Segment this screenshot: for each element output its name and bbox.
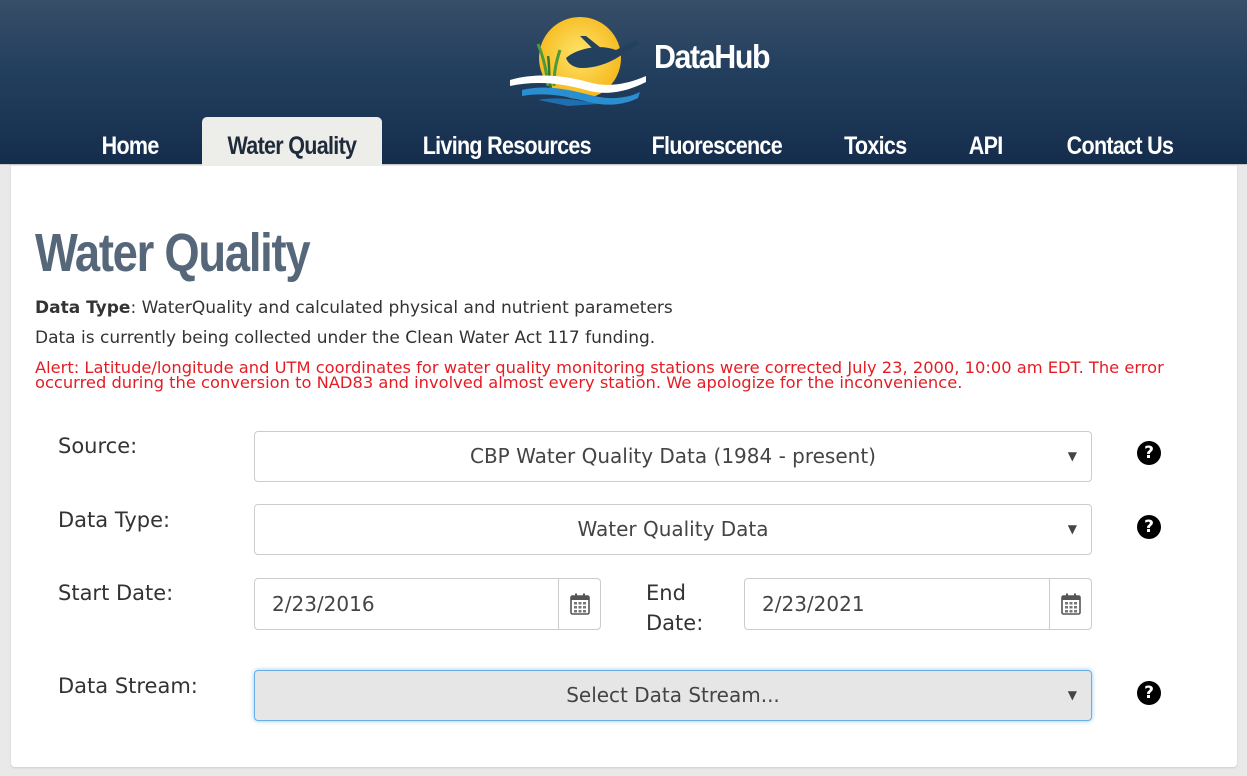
nav-tab-water-quality[interactable]: Water Quality [202,117,382,166]
page-title: Water Quality [35,223,311,283]
data-type-description: Data Type: WaterQuality and calculated p… [35,298,673,318]
nav-tab-api[interactable]: API [958,117,1014,166]
calendar-icon[interactable] [1049,579,1091,629]
data-type-heading: Data Type [35,298,131,318]
nav-tab-living-resources[interactable]: Living Resources [408,117,606,166]
end-date-label: End Date: [646,578,703,638]
calendar-icon[interactable] [558,579,600,629]
data-type-help-icon[interactable]: ? [1137,515,1161,539]
chevron-down-icon: ▼ [1067,449,1077,463]
chevron-down-icon: ▼ [1067,688,1077,702]
data-stream-select-value: Select Data Stream... [566,683,780,707]
end-date-label-line1: End [646,581,686,605]
nav-tab-toxics[interactable]: Toxics [830,117,920,166]
datahub-logo-icon[interactable] [508,14,648,106]
nav-tab-fluorescence[interactable]: Fluorescence [636,117,798,166]
chevron-down-icon: ▼ [1067,522,1077,536]
brand-name[interactable]: DataHub [654,38,771,76]
source-label: Source: [58,434,138,458]
data-stream-label: Data Stream: [58,674,198,698]
end-date-field[interactable]: 2/23/2021 [744,578,1092,630]
funding-note: Data is currently being collected under … [35,328,656,348]
end-date-input[interactable]: 2/23/2021 [745,579,1049,629]
data-type-label: Data Type: [58,508,171,532]
data-type-select[interactable]: Water Quality Data ▼ [254,504,1092,555]
site-header: DataHub Home Water Quality Living Resour… [0,0,1247,166]
nav-tab-contact-us[interactable]: Contact Us [1050,117,1190,166]
source-select-value: CBP Water Quality Data (1984 - present) [470,444,876,468]
main-panel: Water Quality Data Type: WaterQuality an… [11,166,1237,767]
end-date-label-line2: Date: [646,611,704,635]
start-date-input[interactable]: 2/23/2016 [255,579,558,629]
data-type-text: : WaterQuality and calculated physical a… [130,298,673,318]
data-stream-help-icon[interactable]: ? [1137,681,1161,705]
alert-message: Alert: Latitude/longitude and UTM coordi… [35,358,1164,392]
start-date-label: Start Date: [58,581,174,605]
data-stream-select[interactable]: Select Data Stream... ▼ [254,670,1092,721]
data-type-select-value: Water Quality Data [577,517,769,541]
source-help-icon[interactable]: ? [1137,441,1161,465]
nav-tab-home[interactable]: Home [84,117,176,166]
start-date-field[interactable]: 2/23/2016 [254,578,601,630]
source-select[interactable]: CBP Water Quality Data (1984 - present) … [254,431,1092,482]
